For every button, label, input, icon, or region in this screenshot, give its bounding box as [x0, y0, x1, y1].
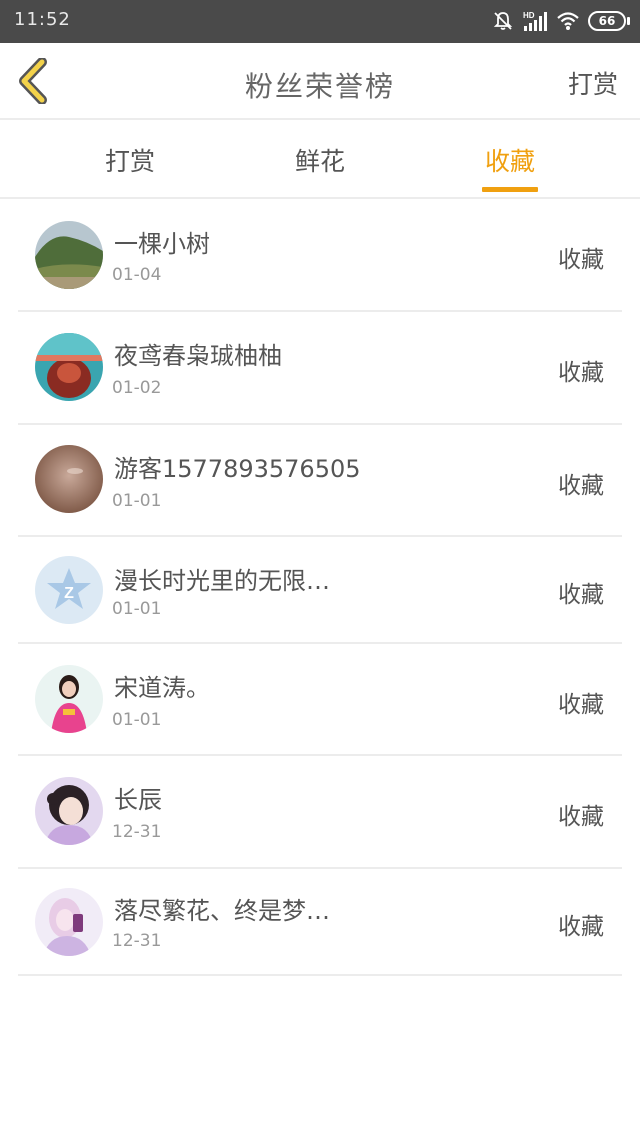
list-item[interactable]: 一棵小树 01-04 收藏 [18, 200, 622, 312]
signal-hd-label: HD [523, 11, 535, 20]
tab-favorites[interactable]: 收藏 [465, 142, 555, 178]
qq-default-icon: Z [35, 556, 103, 624]
fan-date: 12-31 [112, 931, 162, 951]
header: 粉丝荣誉榜 打赏 [0, 43, 640, 120]
list-item[interactable]: 宋道涛。 01-01 收藏 [18, 644, 622, 756]
wifi-icon [556, 11, 580, 31]
avatar [35, 221, 103, 289]
status-time: 11:52 [14, 9, 71, 30]
fan-name: 夜鸢春枭珹柚柚 [114, 342, 282, 370]
favorite-label: 收藏 [558, 360, 604, 386]
avatar [35, 888, 103, 956]
fan-date: 01-01 [112, 599, 162, 619]
tab-reward[interactable]: 打赏 [85, 142, 175, 178]
list-item[interactable]: Z 漫长时光里的无限… 01-01 收藏 [18, 537, 622, 644]
fan-date: 01-04 [112, 265, 162, 285]
svg-text:Z: Z [64, 585, 74, 602]
status-icons: HD 66 [492, 8, 630, 34]
fan-name: 宋道涛。 [114, 674, 210, 702]
status-bar: 11:52 HD 66 [0, 0, 640, 43]
list-item[interactable]: 夜鸢春枭珹柚柚 01-02 收藏 [18, 312, 622, 425]
favorite-label: 收藏 [558, 473, 604, 499]
favorite-label: 收藏 [558, 247, 604, 273]
favorite-label: 收藏 [558, 914, 604, 940]
fan-name: 游客1577893576505 [114, 455, 361, 483]
fan-name: 落尽繁花、终是梦… [114, 897, 330, 925]
avatar [35, 665, 103, 733]
fan-date: 01-01 [112, 491, 162, 511]
avatar [35, 333, 103, 401]
fan-date: 01-02 [112, 378, 162, 398]
battery-level: 66 [588, 11, 626, 31]
avatar [35, 777, 103, 845]
list-item[interactable]: 长辰 12-31 收藏 [18, 756, 622, 869]
page-title: 粉丝荣誉榜 [244, 70, 395, 103]
fan-name: 一棵小树 [114, 230, 210, 258]
active-tab-indicator [482, 187, 538, 192]
fan-name: 长辰 [114, 786, 162, 814]
fan-date: 12-31 [112, 822, 162, 842]
favorite-label: 收藏 [558, 692, 604, 718]
tab-bar: 打赏 鲜花 收藏 [0, 120, 640, 199]
avatar [35, 445, 103, 513]
list-item[interactable]: 落尽繁花、终是梦… 12-31 收藏 [18, 869, 622, 976]
signal-icon: HD [522, 10, 548, 32]
fan-date: 01-01 [112, 710, 162, 730]
tab-flowers[interactable]: 鲜花 [275, 142, 365, 178]
favorite-label: 收藏 [558, 582, 604, 608]
reward-button[interactable]: 打赏 [568, 65, 618, 101]
mute-bell-icon [492, 10, 514, 32]
battery-icon: 66 [588, 11, 630, 31]
fan-name: 漫长时光里的无限… [114, 567, 330, 595]
list-item[interactable]: 游客1577893576505 01-01 收藏 [18, 425, 622, 537]
avatar: Z [35, 556, 103, 624]
favorite-label: 收藏 [558, 804, 604, 830]
